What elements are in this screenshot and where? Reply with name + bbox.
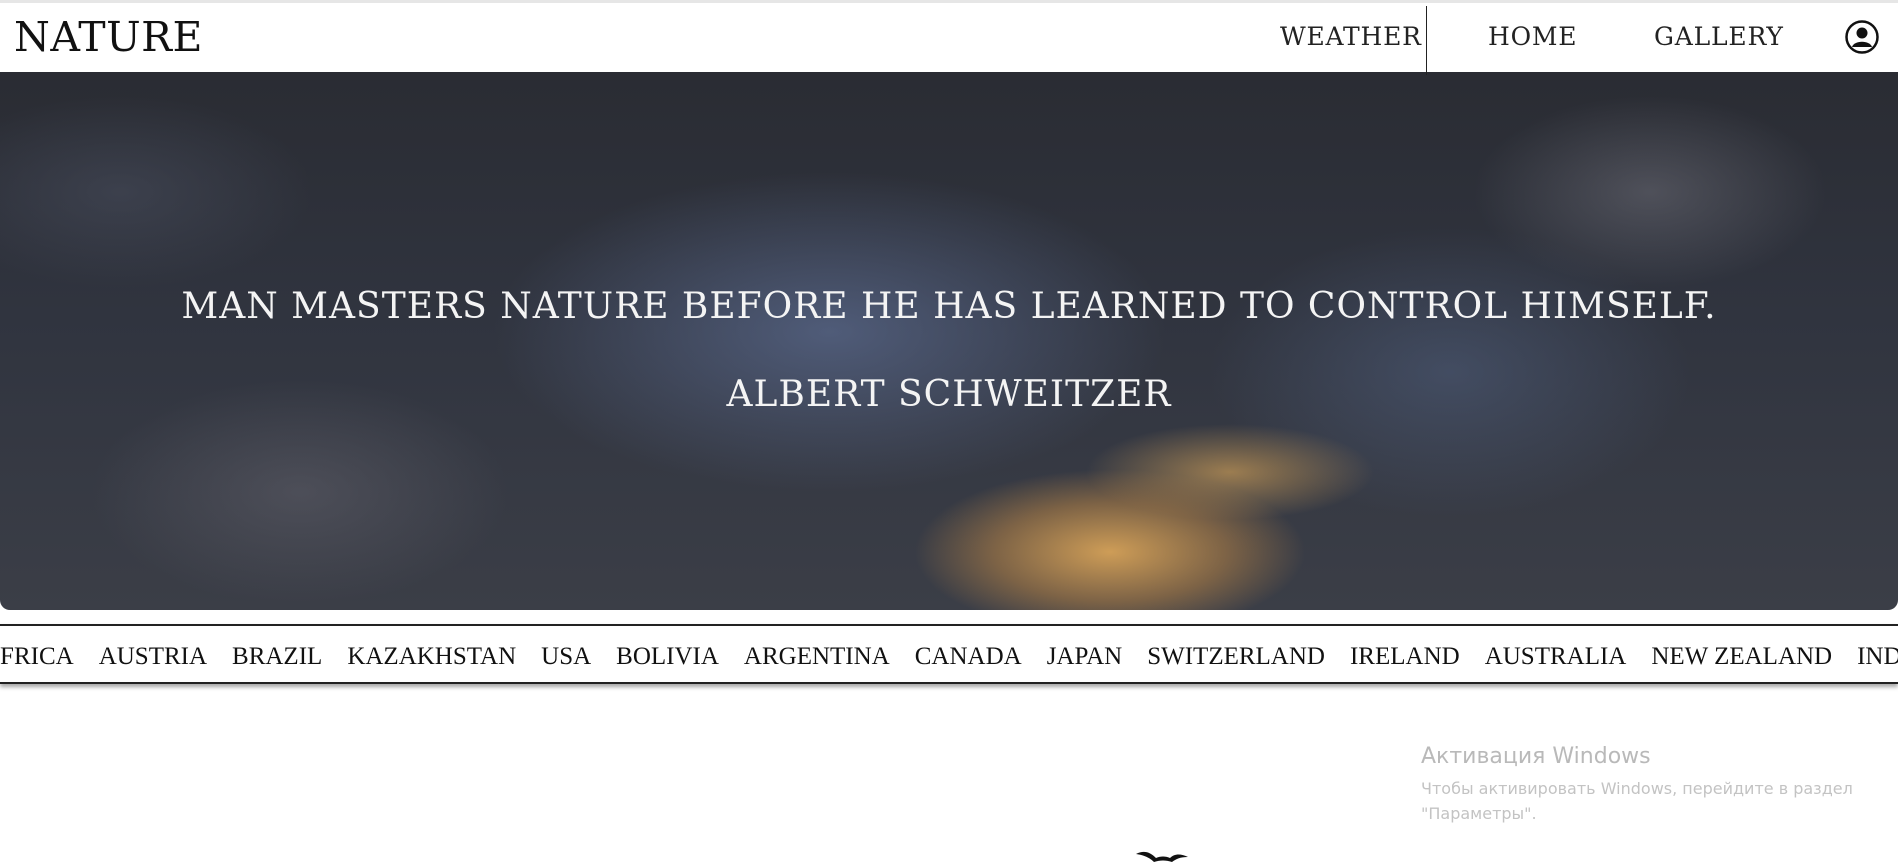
country-link[interactable]: BRAZIL [220, 643, 335, 671]
bird-icon [1136, 851, 1188, 862]
country-list: AFRICAAUSTRIABRAZILKAZAKHSTANUSABOLIVIAA… [0, 643, 1898, 671]
hero-banner: MAN MASTERS NATURE BEFORE HE HAS LEARNED… [0, 72, 1898, 610]
country-link[interactable]: AFRICA [0, 643, 86, 671]
windows-activation-line1: Чтобы активировать Windows, перейдите в … [1421, 779, 1853, 798]
country-link[interactable]: AUSTRALIA [1472, 643, 1639, 671]
country-link[interactable]: AUSTRIA [86, 643, 219, 671]
nav-home-link[interactable]: HOME [1488, 21, 1577, 53]
country-link[interactable]: KAZAKHSTAN [335, 643, 529, 671]
user-circle-icon[interactable] [1845, 20, 1879, 54]
nav-gallery-link[interactable]: GALLERY [1654, 21, 1784, 53]
nav-weather-link[interactable]: WEATHER [1280, 21, 1422, 53]
country-link[interactable]: INDIA [1845, 643, 1898, 671]
country-marquee: AFRICAAUSTRIABRAZILKAZAKHSTANUSABOLIVIAA… [0, 624, 1898, 684]
nav-divider [1426, 6, 1427, 75]
top-navbar: NATURE WEATHER HOME GALLERY [0, 0, 1898, 75]
country-link[interactable]: USA [529, 643, 604, 671]
hero-quote: MAN MASTERS NATURE BEFORE HE HAS LEARNED… [181, 286, 1717, 327]
windows-activation-line2: "Параметры". [1421, 804, 1537, 823]
windows-activation-title: Активация Windows [1421, 744, 1651, 769]
country-link[interactable]: ARGENTINA [731, 643, 902, 671]
hero-author: ALBERT SCHWEITZER [726, 374, 1172, 415]
country-link[interactable]: SWITZERLAND [1135, 643, 1338, 671]
country-link[interactable]: JAPAN [1034, 643, 1135, 671]
country-link[interactable]: IRELAND [1337, 643, 1472, 671]
page: NATURE WEATHER HOME GALLERY MAN MASTERS … [0, 0, 1898, 866]
country-link[interactable]: NEW ZEALAND [1639, 643, 1845, 671]
site-logo[interactable]: NATURE [14, 13, 203, 61]
country-link[interactable]: BOLIVIA [604, 643, 732, 671]
country-link[interactable]: CANADA [902, 643, 1034, 671]
